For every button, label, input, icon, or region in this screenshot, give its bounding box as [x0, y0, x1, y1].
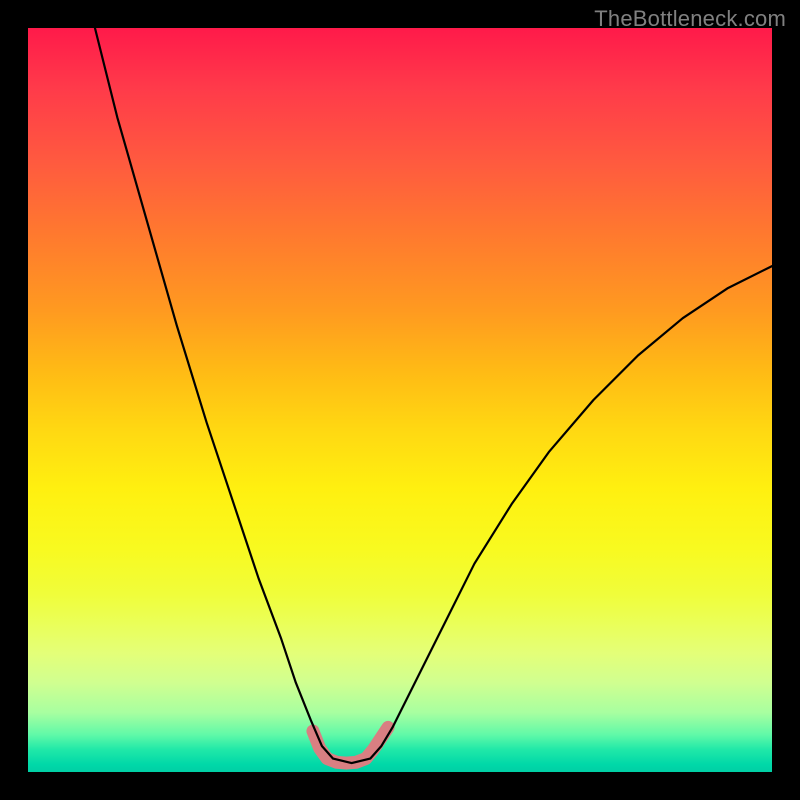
- plot-area: [28, 28, 772, 772]
- curve-layer: [28, 28, 772, 772]
- chart-frame: TheBottleneck.com: [0, 0, 800, 800]
- watermark-text: TheBottleneck.com: [594, 6, 786, 32]
- trough-marker: [313, 727, 388, 763]
- main-curve: [95, 28, 772, 763]
